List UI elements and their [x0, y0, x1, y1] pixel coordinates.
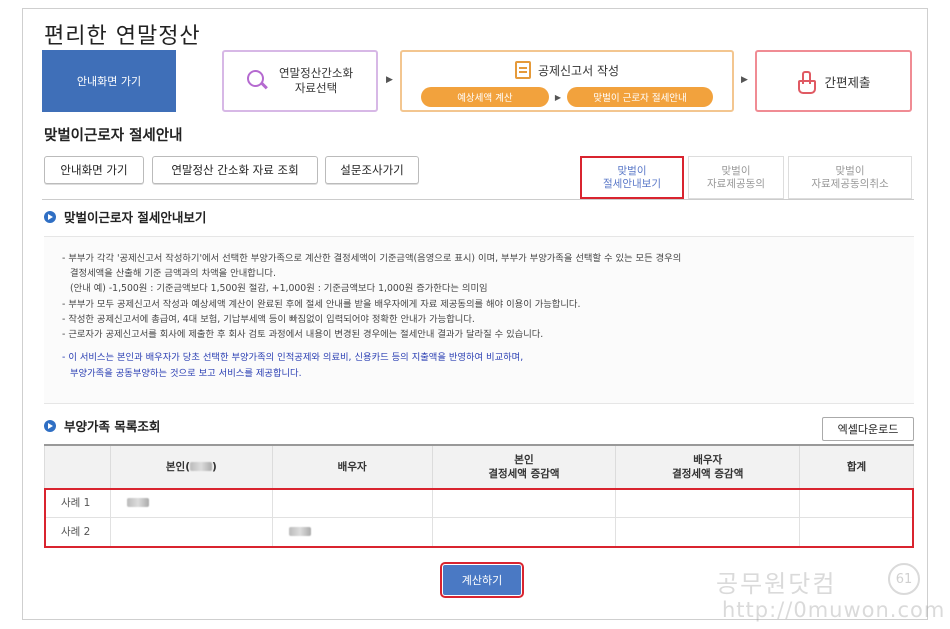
redacted-name [288, 527, 311, 536]
simplified-lookup-button[interactable]: 연말정산 간소화 자료 조회 [152, 156, 318, 184]
cell-spouse [271, 487, 433, 518]
tab-label-line1: 맞벌이 [617, 164, 647, 177]
guide-item: 근로자가 공제신고서를 회사에 제출한 후 회사 검토 과정에서 내용이 변경된… [62, 327, 896, 342]
tax-estimate-pill[interactable]: 예상세액 계산 [420, 87, 549, 107]
tab-label-line2: 자료제공동의취소 [811, 177, 889, 190]
section-guide-heading: 맞벌이근로자 절세안내보기 [44, 207, 206, 226]
cell-spouse-tax [615, 516, 801, 547]
tab-label-line1: 맞벌이 [835, 164, 865, 177]
guide-item: 부부가 모두 공제신고서 작성과 예상세액 계산이 완료된 후에 절세 안내를 … [62, 297, 896, 312]
app-title: 편리한 연말정산 [44, 24, 201, 49]
step-arrow-icon: ▶ [741, 75, 748, 85]
tab-consent-cancel[interactable]: 맞벌이 자료제공동의취소 [788, 156, 912, 199]
section-dependents-heading: 부양가족 목록조회 [44, 416, 160, 435]
dependents-table: 본인() 배우자 본인 결정세액 증감액 배우자 결정세액 증감액 합계 사례 1 … [44, 444, 914, 547]
redacted-name [126, 498, 149, 507]
tab-tax-guide[interactable]: 맞벌이 절세안내보기 [580, 156, 684, 199]
home-button[interactable]: 안내화면 가기 [44, 156, 144, 184]
step-arrow-icon: ▶ [386, 75, 393, 85]
cell-self-tax [431, 516, 617, 547]
guide-item: (안내 예) -1,500원 : 기준금액보다 1,500원 절감, +1,00… [70, 283, 488, 295]
tab-data-consent[interactable]: 맞벌이 자료제공동의 [688, 156, 784, 199]
row-label: 사례 2 [44, 516, 111, 547]
tab-label-line1: 맞벌이 [721, 164, 751, 177]
dual-income-guide-pill[interactable]: 맞벌이 근로자 절세안내 [567, 87, 714, 107]
survey-button[interactable]: 설문조사가기 [325, 156, 419, 184]
cell-spouse [271, 516, 433, 547]
cell-spouse-tax [615, 487, 801, 518]
guide-item: 결정세액을 산출해 기준 금액과의 차액을 안내합니다. [70, 268, 276, 280]
pill-arrow-icon: ▶ [554, 92, 562, 102]
step2-title: 공제신고서 작성 [537, 63, 620, 78]
cell-total [799, 487, 914, 518]
table-row[interactable]: 사례 2 [44, 516, 914, 547]
home-step-button[interactable]: 안내화면 가기 [42, 50, 176, 112]
guide-note: 이 서비스는 본인과 배우자가 당초 선택한 부양가족의 인적공제와 의료비, … [62, 350, 896, 366]
header-spouse-tax: 배우자 결정세액 증감액 [615, 444, 801, 489]
cell-self [109, 516, 273, 547]
section-bullet-icon [44, 419, 56, 432]
step1-label-line2: 자료선택 [294, 81, 338, 95]
table-header-row: 본인() 배우자 본인 결정세액 증감액 배우자 결정세액 증감액 합계 [44, 444, 914, 489]
cell-self [109, 487, 273, 518]
search-icon [246, 70, 269, 92]
cell-self-tax [431, 487, 617, 518]
excel-download-button[interactable]: 엑셀다운로드 [822, 417, 914, 441]
section-bullet-icon [44, 210, 56, 223]
header-self-tax: 본인 결정세액 증감액 [431, 444, 617, 489]
page-subtitle: 맞벌이근로자 절세안내 [44, 128, 183, 144]
guide-item: 작성한 공제신고서에 총급여, 4대 보험, 기납부세액 등이 빠짐없이 입력되… [62, 312, 896, 327]
step-deduction-form[interactable]: 공제신고서 작성 예상세액 계산 ▶ 맞벌이 근로자 절세안내 [400, 50, 734, 112]
section-dependents-title: 부양가족 목록조회 [64, 419, 161, 434]
header-spouse: 배우자 [271, 444, 433, 489]
row-label: 사례 1 [44, 487, 111, 518]
tab-label-line2: 절세안내보기 [603, 177, 661, 190]
table-row[interactable]: 사례 1 [44, 487, 914, 518]
tab-label-line2: 자료제공동의 [707, 177, 765, 190]
step-simplified-data[interactable]: 연말정산간소화 자료선택 [222, 50, 378, 112]
cell-total [799, 516, 914, 547]
header-total: 합계 [799, 444, 914, 489]
calculate-button[interactable]: 계산하기 [440, 562, 524, 598]
guide-info-box: 부부가 각각 '공제신고서 작성하기'에서 선택한 부양가족으로 계산한 결정세… [44, 236, 914, 404]
redacted-name [190, 462, 212, 472]
tab-divider [42, 199, 914, 200]
hand-pointer-icon [796, 71, 817, 94]
step3-label: 간편제출 [824, 74, 871, 90]
document-edit-icon [514, 61, 531, 79]
step1-label-line1: 연말정산간소화 [278, 66, 354, 80]
guide-note: 부양가족을 공동부양하는 것으로 보고 서비스를 제공합니다. [70, 368, 302, 380]
header-empty [44, 444, 111, 489]
header-self: 본인() [109, 444, 273, 489]
step-easy-submit[interactable]: 간편제출 [755, 50, 912, 112]
watermark-badge: 61 [888, 563, 920, 595]
section-guide-title: 맞벌이근로자 절세안내보기 [64, 210, 207, 225]
guide-item: 부부가 각각 '공제신고서 작성하기'에서 선택한 부양가족으로 계산한 결정세… [62, 251, 896, 266]
